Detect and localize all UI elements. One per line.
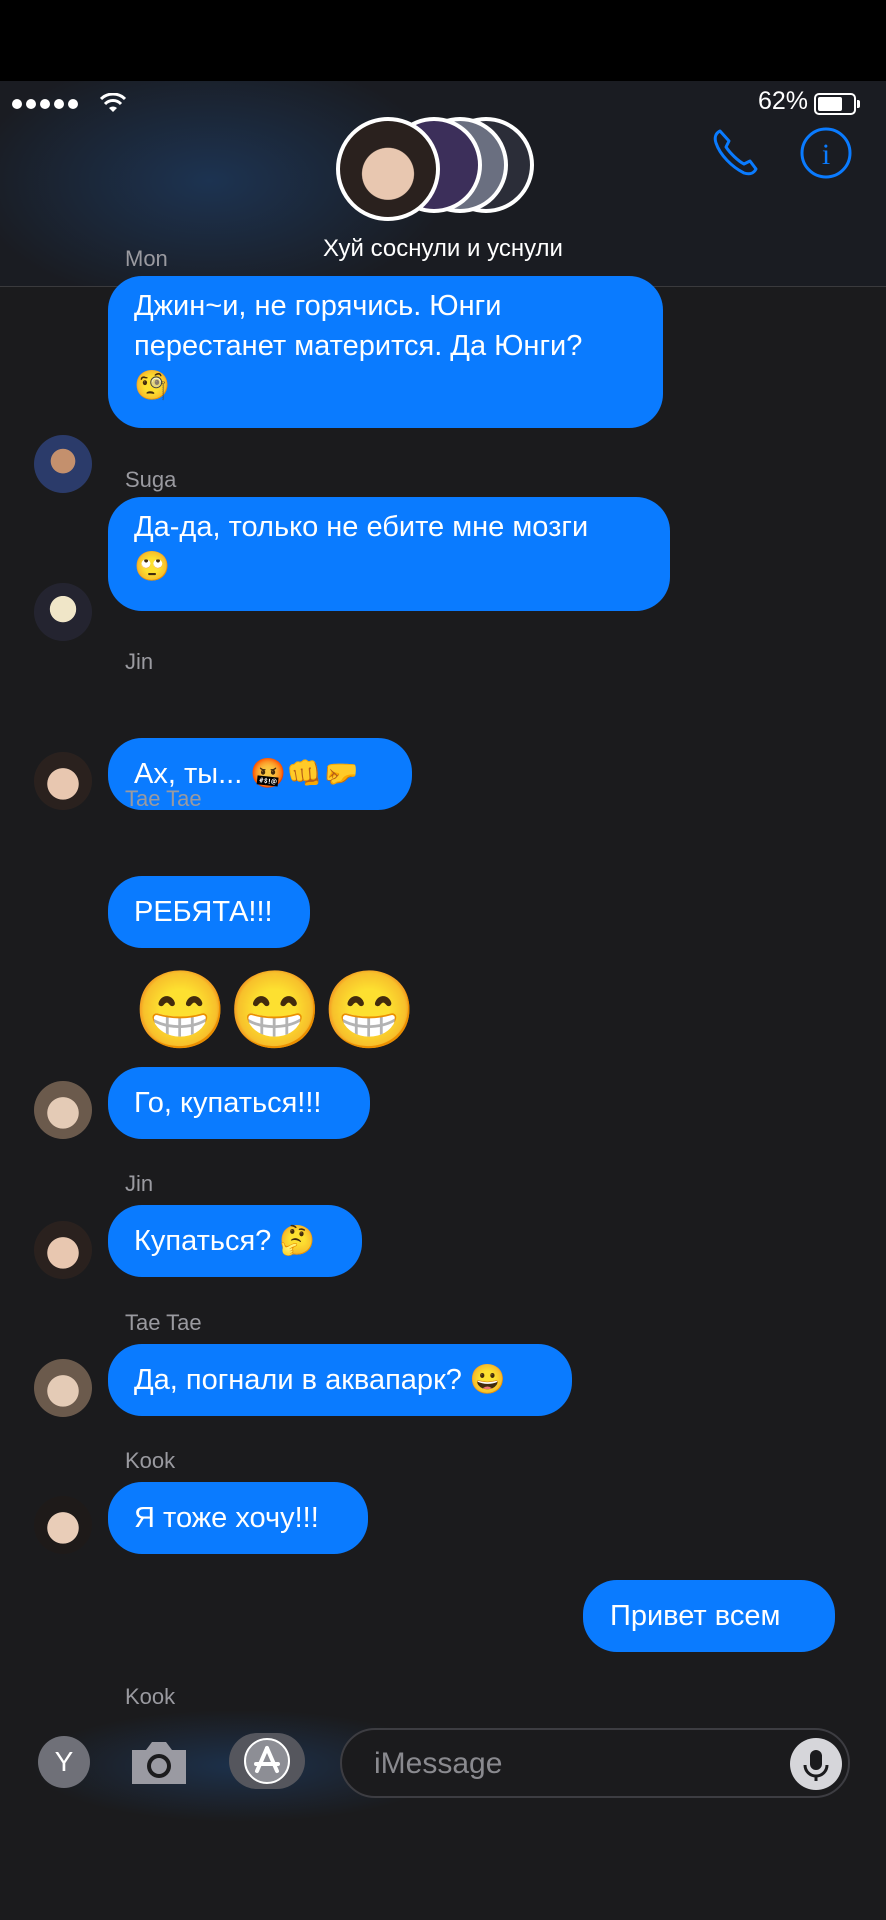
sender-name: Tae Tae — [125, 1310, 202, 1335]
avatar — [34, 1496, 92, 1554]
battery-icon — [814, 93, 860, 115]
avatar — [34, 1359, 92, 1417]
avatar — [34, 1221, 92, 1279]
phone-icon[interactable] — [706, 123, 766, 183]
input-bar: Y — [0, 1711, 886, 1821]
info-icon[interactable]: i — [796, 123, 856, 183]
large-emoji-message[interactable]: 😁😁😁 — [133, 966, 417, 1056]
camera-icon[interactable] — [128, 1738, 190, 1786]
message-bubble[interactable]: Го, купаться!!! — [98, 1067, 370, 1139]
sender-name: Jin — [125, 1171, 154, 1196]
message-bubble[interactable]: Купаться? 🤔 — [98, 1205, 362, 1277]
sender-name: Jin — [125, 649, 154, 674]
message-bubble[interactable]: Привет всем — [583, 1580, 845, 1652]
message-bubble[interactable]: Да, погнали в аквапарк? 😀 — [98, 1344, 572, 1416]
avatar — [336, 117, 440, 221]
battery-percentage: 62% — [757, 87, 808, 115]
sender-name: Suga — [125, 467, 177, 492]
message-input-field[interactable] — [340, 1728, 850, 1798]
sender-name: Kook — [125, 1448, 176, 1473]
sender-name: Tae Tae — [125, 786, 202, 811]
group-avatar-stack[interactable] — [336, 117, 546, 221]
messages-screen: 62% Хуй соснули и уснули i Mon Джин~и, н… — [0, 81, 886, 1920]
microphone-icon[interactable] — [790, 1738, 842, 1790]
avatar — [34, 752, 92, 810]
app-store-icon — [244, 1738, 290, 1784]
app-drawer-button[interactable]: Y — [38, 1736, 90, 1788]
sender-name: Mon — [125, 246, 168, 271]
sender-name: Kook — [125, 1684, 176, 1709]
svg-text:i: i — [822, 138, 830, 171]
avatar — [34, 435, 92, 493]
message-bubble[interactable]: РЕБЯТА!!! — [108, 876, 310, 948]
avatar — [34, 583, 92, 641]
message-bubble[interactable]: Я тоже хочу!!! — [98, 1482, 368, 1554]
message-input[interactable] — [372, 1742, 776, 1786]
message-bubble[interactable]: Да-да, только не ебите мне мозги 🙄 — [98, 497, 670, 611]
app-store-button[interactable] — [229, 1733, 305, 1789]
message-bubble[interactable]: Джин~и, не горячись. Юнги перестанет мат… — [98, 276, 663, 428]
avatar — [34, 1081, 92, 1139]
signal-strength-icon — [12, 99, 78, 109]
wifi-icon — [100, 93, 126, 112]
